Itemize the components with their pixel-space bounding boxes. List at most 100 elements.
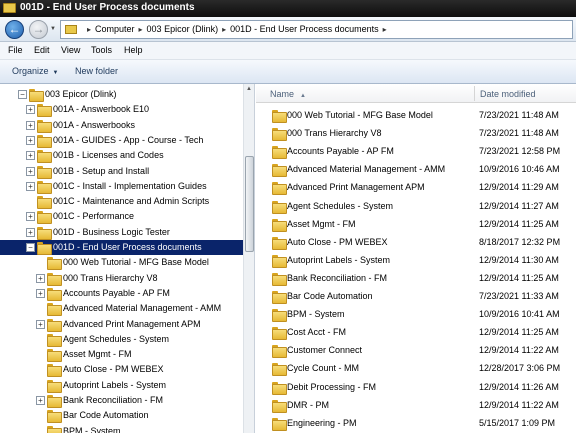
tree-item-label: Bar Code Automation bbox=[63, 410, 149, 421]
file-row[interactable]: Advanced Material Management - AMM 10/9/2… bbox=[256, 160, 576, 178]
file-row[interactable]: Bank Reconciliation - FM 12/9/2014 11:25 … bbox=[256, 269, 576, 287]
file-date-modified: 7/23/2021 11:48 AM bbox=[479, 110, 559, 120]
expand-icon[interactable]: + bbox=[36, 273, 45, 283]
file-row[interactable]: BPM - System 10/9/2016 10:41 AM bbox=[256, 305, 576, 323]
title-bar: 001D - End User Process documents bbox=[0, 0, 576, 17]
chevron-right-icon[interactable]: ▸ bbox=[139, 25, 143, 34]
tree-item-label: 001C - Maintenance and Admin Scripts bbox=[53, 196, 210, 207]
file-row[interactable]: Auto Close - PM WEBEX 8/18/2017 12:32 PM bbox=[256, 233, 576, 251]
tree-item[interactable]: +001C - Install - Implementation Guides bbox=[0, 179, 243, 194]
breadcrumb: ▸ Computer ▸ 003 Epicor (Dlink) ▸ 001D - End … bbox=[83, 24, 391, 34]
menu-file[interactable]: File bbox=[8, 45, 23, 55]
tree-item[interactable]: 000 Web Tutorial - MFG Base Model bbox=[0, 255, 243, 271]
forward-button[interactable]: → bbox=[29, 20, 48, 39]
file-name: Auto Close - PM WEBEX bbox=[287, 236, 388, 247]
folder-icon bbox=[37, 196, 52, 210]
chevron-right-icon[interactable]: ▸ bbox=[383, 25, 387, 34]
tree-item[interactable]: +001B - Licenses and Codes bbox=[0, 148, 243, 164]
file-row[interactable]: Agent Schedules - System 12/9/2014 11:27 … bbox=[256, 197, 576, 215]
organize-button[interactable]: Organize ▼ bbox=[12, 66, 58, 76]
file-row[interactable]: Asset Mgmt - FM 12/9/2014 11:25 AM bbox=[256, 215, 576, 233]
tree-item[interactable]: − 003 Epicor (Dlink) bbox=[0, 87, 243, 102]
menu-help[interactable]: Help bbox=[124, 45, 143, 55]
file-row[interactable]: Advanced Print Management APM 12/9/2014 1… bbox=[256, 178, 576, 196]
expand-icon[interactable]: + bbox=[26, 212, 35, 222]
tree-item[interactable]: + Bank Reconciliation - FM bbox=[0, 393, 243, 408]
scroll-up-icon[interactable]: ▲ bbox=[246, 86, 252, 92]
column-header-name[interactable]: Name ▲ bbox=[270, 89, 306, 99]
chevron-down-icon: ▼ bbox=[52, 70, 59, 76]
expand-icon[interactable]: + bbox=[36, 288, 45, 298]
folder-icon bbox=[272, 327, 287, 341]
collapse-icon[interactable]: − bbox=[18, 90, 27, 99]
tree-item[interactable]: BPM - System bbox=[0, 424, 243, 433]
tree-item[interactable]: Autoprint Labels - System bbox=[0, 378, 243, 393]
new-folder-button[interactable]: New folder bbox=[75, 66, 118, 76]
file-row[interactable]: 000 Trans Hierarchy V8 7/23/2021 11:48 AM bbox=[256, 124, 576, 142]
back-button[interactable]: ← bbox=[5, 20, 24, 39]
tree-item[interactable]: +001A - GUIDES - App - Course - Tech bbox=[0, 133, 243, 148]
navigation-pane: − 003 Epicor (Dlink) +001A - Answerbook E1… bbox=[0, 84, 255, 433]
menu-edit[interactable]: Edit bbox=[34, 45, 50, 55]
tree-item[interactable]: Agent Schedules - System bbox=[0, 332, 243, 347]
tree-item[interactable]: + Accounts Payable - AP FM bbox=[0, 286, 243, 301]
file-name: Bank Reconciliation - FM bbox=[287, 272, 388, 283]
tree-item[interactable]: +001D - Business Logic Tester bbox=[0, 225, 243, 240]
file-date-modified: 12/9/2014 11:25 AM bbox=[479, 272, 559, 283]
tree-item[interactable]: + Advanced Print Management APM bbox=[0, 317, 243, 332]
expand-icon[interactable]: + bbox=[26, 120, 35, 130]
file-row[interactable]: DMR - PM 12/9/2014 11:22 AM bbox=[256, 396, 576, 414]
file-row[interactable]: Debit Processing - FM 12/9/2014 11:26 AM bbox=[256, 378, 576, 396]
recent-pages-dropdown[interactable]: ▼ bbox=[50, 26, 56, 32]
expand-icon[interactable]: + bbox=[26, 166, 35, 176]
tree-item[interactable]: +001A - Answerbook E10 bbox=[0, 102, 243, 118]
tree-item[interactable]: +001B - Setup and Install bbox=[0, 164, 243, 179]
folder-icon bbox=[47, 257, 62, 271]
tree-item[interactable]: Advanced Material Management - AMM bbox=[0, 301, 243, 317]
expand-icon[interactable]: + bbox=[26, 227, 35, 237]
file-name: Debit Processing - FM bbox=[287, 381, 377, 392]
file-row[interactable]: Customer Connect 12/9/2014 11:22 AM bbox=[256, 341, 576, 359]
tree-item-label: 003 Epicor (Dlink) bbox=[45, 89, 117, 99]
tree-item[interactable]: Asset Mgmt - FM bbox=[0, 347, 243, 363]
file-row[interactable]: Engineering - PM 5/15/2017 1:09 PM bbox=[256, 414, 576, 432]
expand-icon[interactable]: + bbox=[26, 151, 35, 161]
folder-icon bbox=[272, 272, 287, 286]
tree-item[interactable]: +001C - Performance bbox=[0, 209, 243, 225]
file-row[interactable]: Accounts Payable - AP FM 7/23/2021 12:58 … bbox=[256, 142, 576, 160]
crumb-epicor[interactable]: 003 Epicor (Dlink) bbox=[147, 24, 219, 34]
tree-item[interactable]: 001C - Maintenance and Admin Scripts bbox=[0, 194, 243, 210]
tree-item[interactable]: Bar Code Automation bbox=[0, 408, 243, 424]
expand-icon[interactable]: + bbox=[26, 135, 35, 145]
collapse-icon[interactable]: − bbox=[26, 243, 35, 252]
scroll-thumb[interactable] bbox=[245, 156, 254, 252]
folder-icon bbox=[37, 226, 52, 240]
chevron-right-icon[interactable]: ▸ bbox=[222, 25, 226, 34]
crumb-computer[interactable]: Computer bbox=[95, 24, 135, 34]
tree-item[interactable]: − 001D - End User Process documents bbox=[0, 240, 243, 255]
expand-icon[interactable]: + bbox=[26, 105, 35, 115]
file-row[interactable]: Cycle Count - MM 12/28/2017 3:06 PM bbox=[256, 359, 576, 377]
tree-item[interactable]: Auto Close - PM WEBEX bbox=[0, 362, 243, 378]
column-header-date-modified[interactable]: Date modified bbox=[480, 89, 536, 99]
file-row[interactable]: Cost Acct - FM 12/9/2014 11:25 AM bbox=[256, 323, 576, 341]
menu-tools[interactable]: Tools bbox=[91, 45, 112, 55]
tree-item[interactable]: +001A - Answerbooks bbox=[0, 118, 243, 133]
expand-icon[interactable]: + bbox=[26, 181, 35, 191]
menu-view[interactable]: View bbox=[61, 45, 80, 55]
file-row[interactable]: 000 Web Tutorial - MFG Base Model 7/23/20… bbox=[256, 106, 576, 124]
tree-item[interactable]: +000 Trans Hierarchy V8 bbox=[0, 271, 243, 286]
command-bar: Organize ▼ New folder bbox=[0, 60, 576, 84]
folder-icon bbox=[47, 410, 62, 424]
menu-bar: File Edit View Tools Help bbox=[0, 42, 576, 60]
crumb-current-folder[interactable]: 001D - End User Process documents bbox=[230, 24, 379, 34]
column-divider[interactable] bbox=[474, 86, 475, 101]
file-row[interactable]: Bar Code Automation 7/23/2021 11:33 AM bbox=[256, 287, 576, 305]
chevron-right-icon[interactable]: ▸ bbox=[87, 25, 91, 34]
expand-icon[interactable]: + bbox=[36, 396, 45, 405]
address-bar[interactable]: ▸ Computer ▸ 003 Epicor (Dlink) ▸ 001D - End … bbox=[60, 20, 573, 39]
file-row[interactable]: Autoprint Labels - System 12/9/2014 11:30… bbox=[256, 251, 576, 269]
tree-scrollbar[interactable]: ▲ bbox=[243, 84, 254, 433]
file-name: Customer Connect bbox=[287, 345, 363, 356]
expand-icon[interactable]: + bbox=[36, 319, 45, 329]
